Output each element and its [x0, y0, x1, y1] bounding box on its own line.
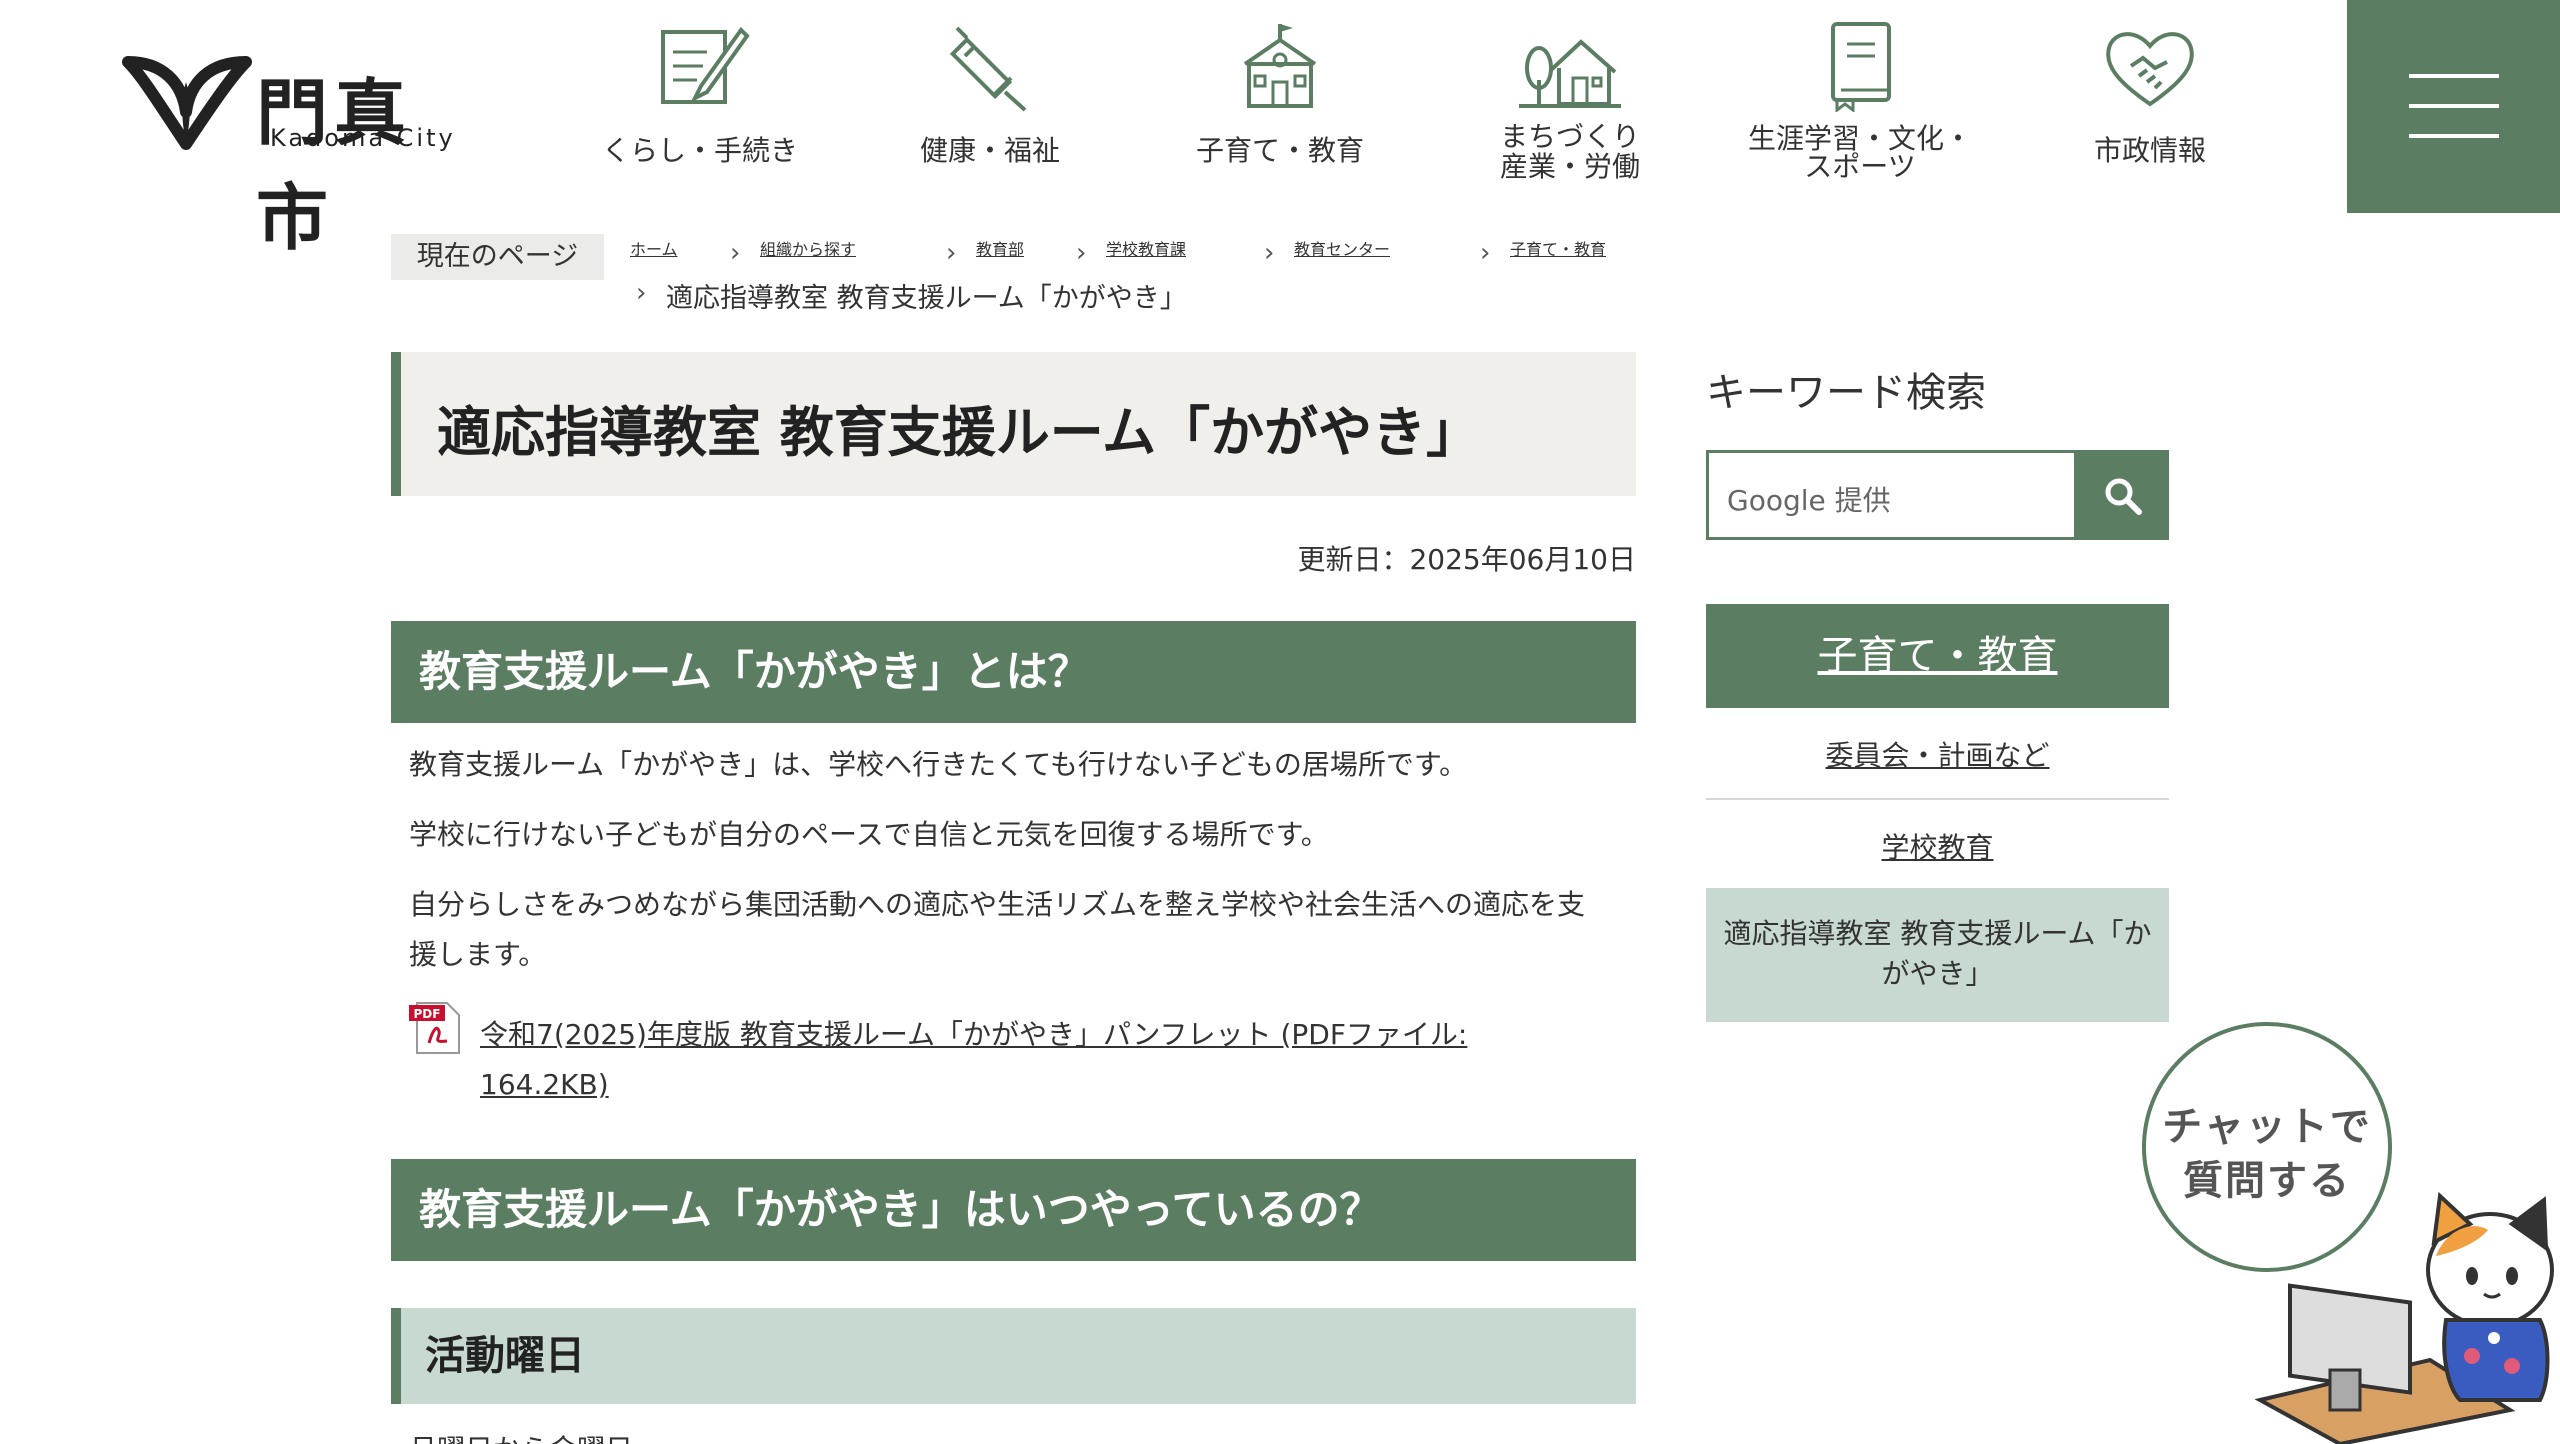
sub-heading: 活動曜日 — [391, 1308, 1636, 1404]
heart-handshake-icon — [2106, 32, 2194, 107]
paragraph: 学校に行けない子どもが自分のペースで自信と元気を回復する場所です。 — [409, 818, 1329, 851]
pdf-icon-label: PDF — [414, 1007, 441, 1021]
section-heading: 教育支援ルーム「かがやき」とは？ — [391, 621, 1636, 723]
sidebar-item-current[interactable]: 適応指導教室 教育支援ルーム「か がやき」 — [1706, 888, 2169, 1022]
nav-label-line1: まちづくり — [1499, 120, 1640, 153]
nav-shogai[interactable]: 生涯学習・文化・ スポーツ — [1715, 0, 2005, 214]
sidebar-divider — [1706, 798, 2169, 800]
breadcrumb-item[interactable]: 子育て・教育 — [1510, 236, 1606, 260]
breadcrumb-current: 適応指導教室 教育支援ルーム「かがやき」 — [666, 283, 1187, 314]
page-title: 適応指導教室 教育支援ルーム「かがやき」 — [437, 401, 1481, 464]
chat-text-line1: チャットで — [2162, 1104, 2372, 1150]
paragraph: 月曜日から金曜日 — [409, 1428, 633, 1444]
nav-kenko[interactable]: 健康・福祉 — [845, 0, 1135, 214]
section-heading: 教育支援ルーム「かがやき」はいつやっているの？ — [391, 1159, 1636, 1261]
sidebar-current-line2: がやき」 — [1881, 957, 1994, 990]
syringe-icon — [949, 26, 1027, 112]
school-icon — [1243, 24, 1317, 108]
breadcrumb-item[interactable]: 学校教育課 — [1106, 236, 1186, 260]
keyword-search-title: キーワード検索 — [1706, 370, 1986, 416]
chevron-right-icon: › — [946, 238, 957, 268]
nav-kosodate[interactable]: 子育て・教育 — [1135, 0, 1425, 214]
paragraph-line1: 自分らしさをみつめながら集団活動への適応や生活リズムを整え学校や社会生活への適応… — [409, 888, 1586, 921]
chevron-right-icon: › — [730, 238, 741, 268]
book-icon — [1831, 22, 1891, 112]
cat-mascot-icon — [2254, 1191, 2554, 1444]
breadcrumb-item[interactable]: 教育部 — [976, 236, 1024, 260]
chat-widget[interactable]: チャットで 質問する — [2120, 1010, 2560, 1444]
breadcrumb-item[interactable]: 組織から探す — [760, 236, 856, 260]
breadcrumb-label: 現在のページ — [391, 234, 604, 280]
pdf-file-icon: PDF — [409, 1002, 460, 1054]
site-logo[interactable]: 門真市 Kadoma City — [122, 52, 472, 260]
nav-label: くらし・手続き — [601, 134, 798, 167]
paragraph-line2: 援します。 — [409, 938, 547, 971]
search-button[interactable] — [2077, 450, 2169, 540]
sidebar-item-gakko[interactable]: 学校教育 — [1706, 826, 2169, 866]
chevron-right-icon: › — [1076, 238, 1087, 268]
breadcrumb-home[interactable]: ホーム — [630, 236, 678, 260]
pdf-link-line2: 164.2KB) — [480, 1068, 609, 1101]
search-input[interactable]: Google 提供 — [1706, 450, 2077, 540]
updated-date: 更新日：2025年06月10日 — [1297, 543, 1636, 576]
search-icon — [2105, 478, 2142, 515]
page-title-box: 適応指導教室 教育支援ルーム「かがやき」 — [391, 352, 1636, 496]
city-emblem-icon — [122, 56, 252, 150]
nav-machizukuri[interactable]: まちづくり 産業・労働 — [1425, 0, 1715, 214]
logo-text-en: Kadoma City — [270, 124, 456, 152]
paragraph: 教育支援ルーム「かがやき」は、学校へ行きたくても行けない子どもの居場所です。 — [409, 748, 1468, 781]
nav-label-line2: スポーツ — [1804, 150, 1916, 183]
sidebar-current-line1: 適応指導教室 教育支援ルーム「か — [1723, 917, 2152, 950]
chevron-right-icon: › — [636, 278, 647, 308]
site-header: 門真市 Kadoma City くらし・手続き 健康・福祉 子育て・教育 まちづ… — [0, 0, 2560, 260]
pdf-download-link[interactable]: 令和7(2025)年度版 教育支援ルーム「かがやき」パンフレット (PDFファイ… — [480, 1010, 1510, 1110]
house-tree-icon — [1519, 39, 1621, 108]
nav-kurashi[interactable]: くらし・手続き — [555, 0, 845, 214]
menu-button[interactable] — [2347, 0, 2560, 213]
nav-label: 健康・福祉 — [919, 134, 1060, 167]
sidebar-item-iinkai[interactable]: 委員会・計画など — [1706, 734, 2169, 774]
chevron-right-icon: › — [1480, 238, 1491, 268]
logo-text-jp: 門真市 — [256, 70, 413, 260]
pdf-link-line1: 令和7(2025)年度版 教育支援ルーム「かがやき」パンフレット (PDFファイ… — [480, 1018, 1468, 1051]
nav-shisei[interactable]: 市政情報 — [2005, 0, 2295, 214]
nav-label-line2: 産業・労働 — [1499, 150, 1640, 183]
pen-document-icon — [661, 26, 750, 104]
breadcrumb-item[interactable]: 教育センター — [1294, 236, 1390, 260]
nav-label: 市政情報 — [2093, 134, 2206, 167]
nav-label: 子育て・教育 — [1195, 134, 1364, 167]
sidebar-category: 子育て・教育 — [1706, 604, 2169, 708]
sidebar-category-link[interactable]: 子育て・教育 — [1818, 633, 2058, 679]
search-placeholder: Google 提供 — [1727, 484, 1891, 517]
chevron-right-icon: › — [1264, 238, 1275, 268]
